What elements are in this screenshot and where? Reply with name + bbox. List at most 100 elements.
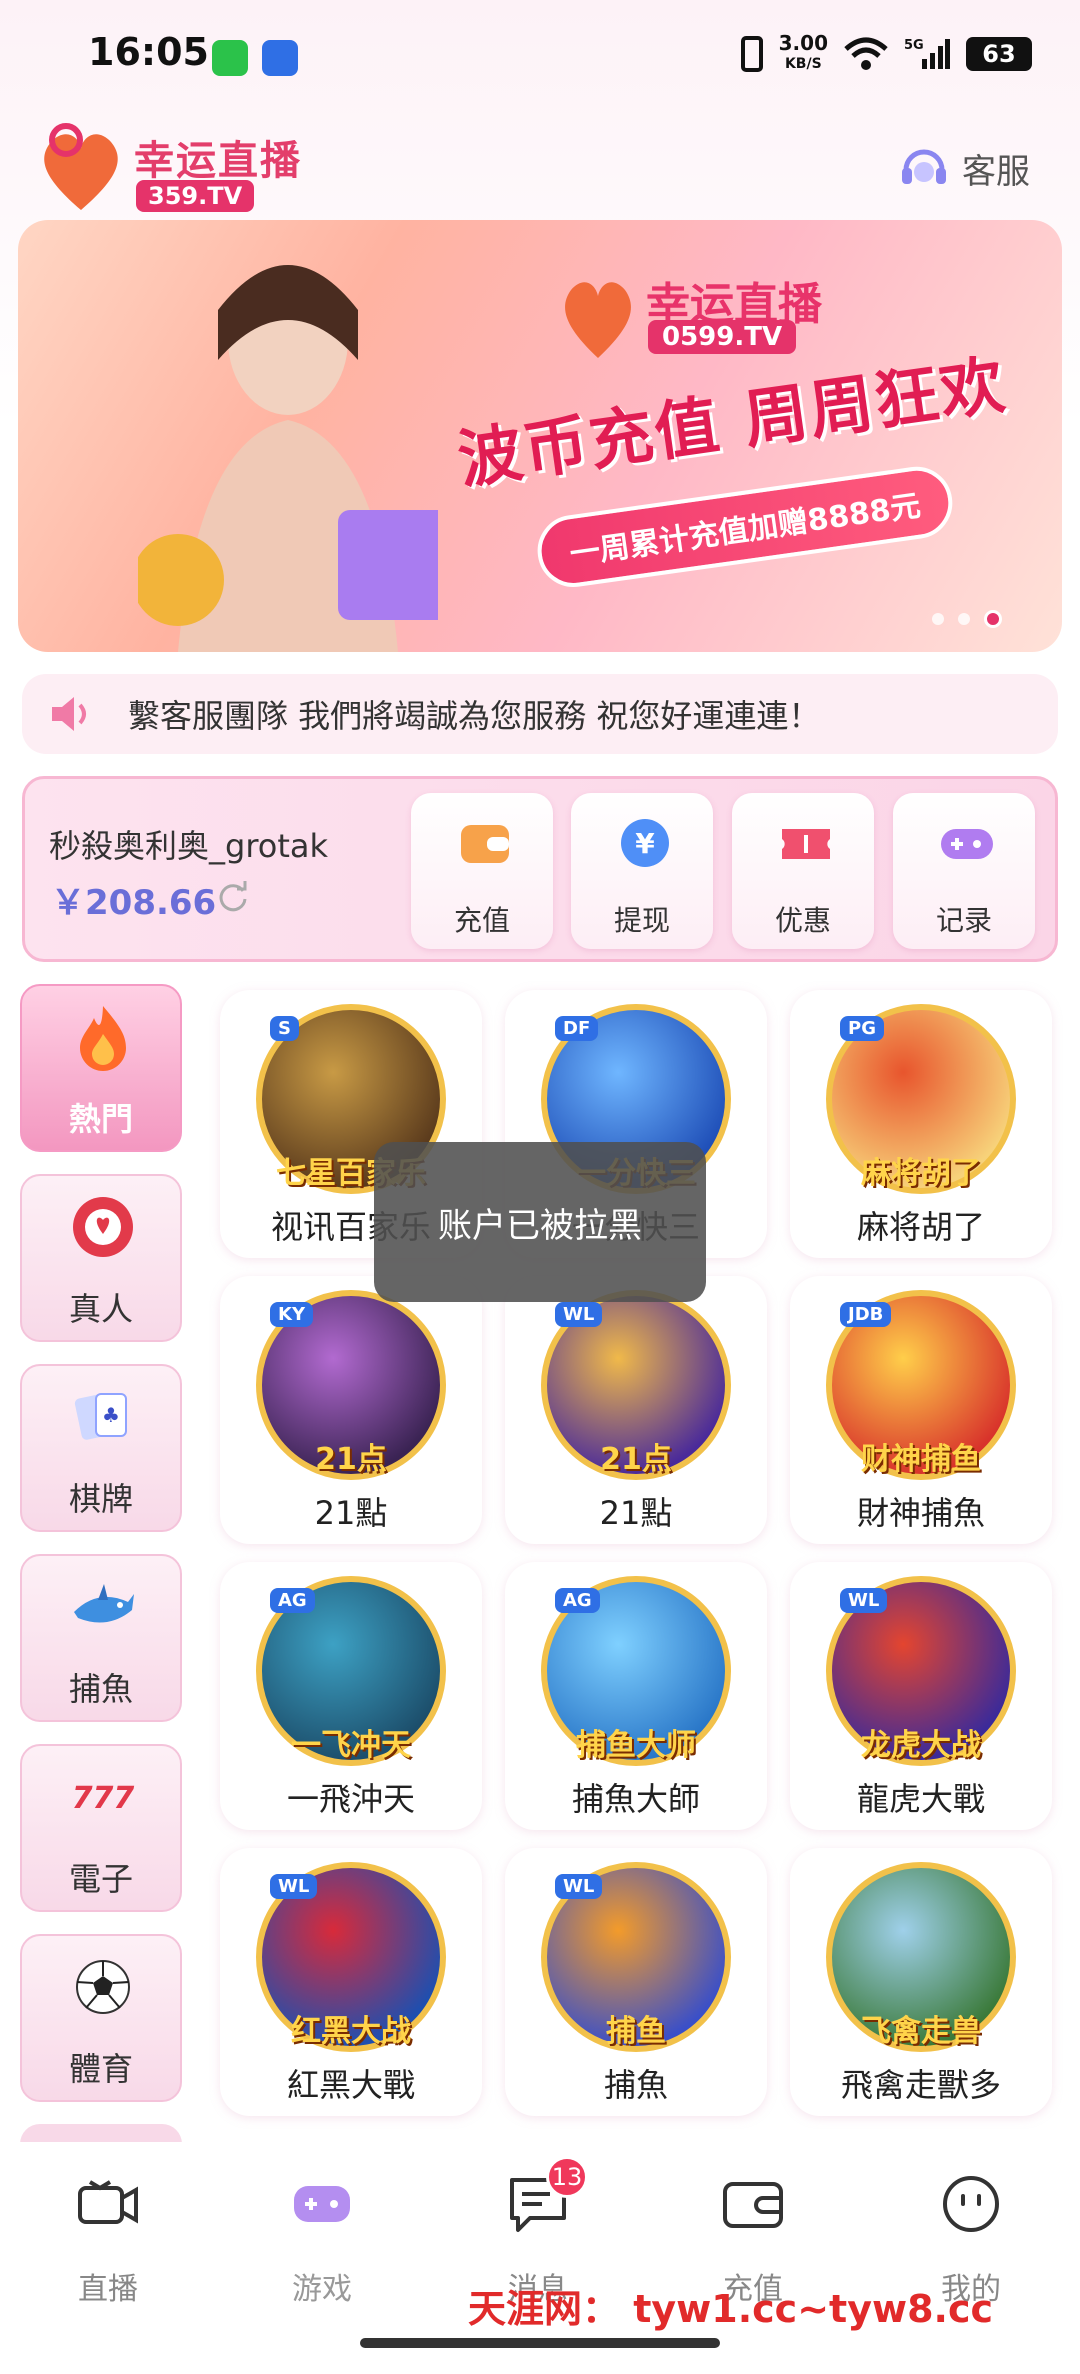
category-fishing[interactable]: 捕魚	[20, 1554, 182, 1722]
category-label: 捕魚	[68, 1670, 133, 1708]
game-label: 龍虎大戰	[856, 1780, 985, 1818]
provider-badge: S	[270, 1016, 299, 1041]
game-card[interactable]: JDB 财神捕鱼財神捕魚	[790, 1276, 1052, 1544]
provider-badge: WL	[555, 1302, 603, 1327]
speaker-icon	[52, 697, 86, 731]
game-label: 財神捕魚	[856, 1494, 985, 1532]
game-thumbnail-image: JDB 财神捕鱼	[826, 1290, 1016, 1480]
nav-games[interactable]: 游戏	[247, 2172, 397, 2322]
category-label: 體育	[68, 2050, 133, 2088]
slot-777-icon: 777	[72, 1781, 135, 1816]
game-thumbnail-image: 飞禽走兽	[826, 1862, 1016, 2052]
game-card[interactable]: PG 麻将胡了 麻将胡了	[790, 990, 1052, 1258]
yen-coin-icon: ¥	[621, 819, 669, 867]
game-card[interactable]: WL 21点 21點	[505, 1276, 767, 1544]
promotions-label: 优惠	[774, 904, 831, 937]
withdraw-button[interactable]: ¥ 提现	[571, 793, 713, 949]
recharge-button[interactable]: 充值	[411, 793, 553, 949]
category-label: 真人	[68, 1290, 133, 1328]
recharge-label: 充值	[453, 904, 510, 937]
banner-logo-heart-icon	[565, 282, 631, 358]
category-cards[interactable]: ♣ 棋牌	[20, 1364, 182, 1532]
home-indicator[interactable]	[360, 2338, 720, 2348]
withdraw-label: 提现	[613, 904, 670, 937]
game-card[interactable]: WL 红黑大战 紅黑大戰	[220, 1848, 482, 2116]
headset-icon	[902, 149, 946, 184]
account-username: 秒殺奥利奥_grotak	[49, 827, 329, 865]
game-card[interactable]: AG 一飞冲天 一飛沖天	[220, 1562, 482, 1830]
account-panel: 秒殺奥利奥_grotak ￥208.66 充值 ¥ 提现 优惠 记录	[22, 776, 1058, 962]
site-watermark: 天涯网： tyw1.cc~tyw8.cc	[468, 2287, 994, 2331]
game-art-title: 红黑大战	[291, 2014, 411, 2049]
game-thumbnail-image: WL 捕鱼	[541, 1862, 731, 2052]
category-sports[interactable]: 體育	[20, 1934, 182, 2102]
category-hot[interactable]: 熱門	[20, 984, 182, 1152]
game-thumbnail-image: WL 红黑大战	[256, 1862, 446, 2052]
game-thumbnail-image: AG 捕鱼大师	[541, 1576, 731, 1766]
toast-message: 账户已被拉黑	[374, 1142, 706, 1302]
account-balance: ￥208.66	[51, 883, 217, 923]
wechat-notification-icon	[212, 40, 248, 76]
unread-badge: 13	[546, 2156, 588, 2198]
game-label: 捕魚大師	[571, 1780, 700, 1818]
soccer-ball-icon	[76, 1960, 130, 2014]
customer-service-button[interactable]: 客服	[896, 140, 1030, 196]
game-thumbnail-image: WL 21点	[541, 1290, 731, 1480]
provider-badge: PG	[840, 1016, 884, 1041]
refresh-icon[interactable]	[215, 879, 251, 915]
records-button[interactable]: 记录	[893, 793, 1035, 949]
cards-icon: ♣	[74, 1393, 127, 1440]
nav-label: 游戏	[292, 2272, 352, 2307]
category-live[interactable]: 真人	[20, 1174, 182, 1342]
game-art-title: 捕鱼	[606, 2014, 666, 2049]
provider-badge: AG	[270, 1588, 315, 1613]
category-label: 熱門	[68, 1100, 133, 1138]
svg-text:777: 777	[72, 1781, 135, 1816]
status-time: 16:05	[88, 30, 209, 74]
game-label: 21點	[314, 1494, 388, 1532]
game-art-title: 龙虎大战	[861, 1728, 981, 1763]
net-speed-unit: KB/S	[784, 56, 822, 72]
signal-icon: 5G	[904, 38, 950, 69]
game-label: 捕魚	[603, 2066, 668, 2104]
provider-badge: WL	[840, 1588, 888, 1613]
category-label: 電子	[68, 1860, 133, 1898]
game-card[interactable]: KY 21点 21點	[220, 1276, 482, 1544]
game-art-title: 捕鱼大师	[576, 1728, 696, 1763]
game-thumbnail-image: AG 一飞冲天	[256, 1576, 446, 1766]
shark-icon	[74, 1584, 134, 1623]
banner-dot[interactable]	[958, 613, 970, 625]
customer-service-label: 客服	[962, 151, 1030, 192]
game-card[interactable]: AG 捕鱼大师捕魚大師	[505, 1562, 767, 1830]
game-card[interactable]: 飞禽走兽 飛禽走獸多	[790, 1848, 1052, 2116]
category-slots[interactable]: 777 電子	[20, 1744, 182, 1912]
promotions-button[interactable]: 优惠	[732, 793, 874, 949]
provider-badge: KY	[270, 1302, 313, 1327]
game-art-title: 麻将胡了	[861, 1156, 981, 1191]
game-label: 飛禽走獸多	[840, 2066, 1001, 2104]
game-label: 麻将胡了	[856, 1208, 985, 1246]
nav-live[interactable]: 直播	[33, 2172, 183, 2322]
promo-banner[interactable]: 幸运直播 0599.TV 波币充值 周周狂欢 一周累计充值加赠8888元	[18, 220, 1062, 652]
net-speed: 3.00 KB/S	[779, 33, 828, 73]
game-label: 21點	[599, 1494, 673, 1532]
game-thumbnail-image: PG 麻将胡了	[826, 1004, 1016, 1194]
banner-dot-active[interactable]	[984, 610, 1002, 628]
face-icon	[943, 2176, 999, 2232]
banner-dot[interactable]	[932, 613, 944, 625]
logo-domain: 359.TV	[136, 180, 255, 212]
records-label: 记录	[935, 904, 992, 937]
game-art-title: 一飞冲天	[291, 1728, 411, 1763]
game-art-title: 21点	[600, 1442, 672, 1477]
game-card[interactable]: WL 捕鱼捕魚	[505, 1848, 767, 2116]
banner-logo-domain: 0599.TV	[648, 320, 797, 354]
battery-icon: 63	[966, 36, 1032, 71]
announcement-marquee[interactable]: 繫客服團隊 我們將竭誠為您服務 祝您好運連連！	[22, 674, 1058, 754]
gamepad-icon	[941, 829, 993, 859]
wallet-icon	[461, 825, 509, 863]
category-label: 棋牌	[68, 1480, 133, 1518]
camera-icon	[78, 2180, 138, 2224]
nav-label: 直播	[78, 2272, 138, 2307]
game-art-title: 财神捕鱼	[861, 1442, 981, 1477]
game-card[interactable]: WL 龙虎大战龍虎大戰	[790, 1562, 1052, 1830]
